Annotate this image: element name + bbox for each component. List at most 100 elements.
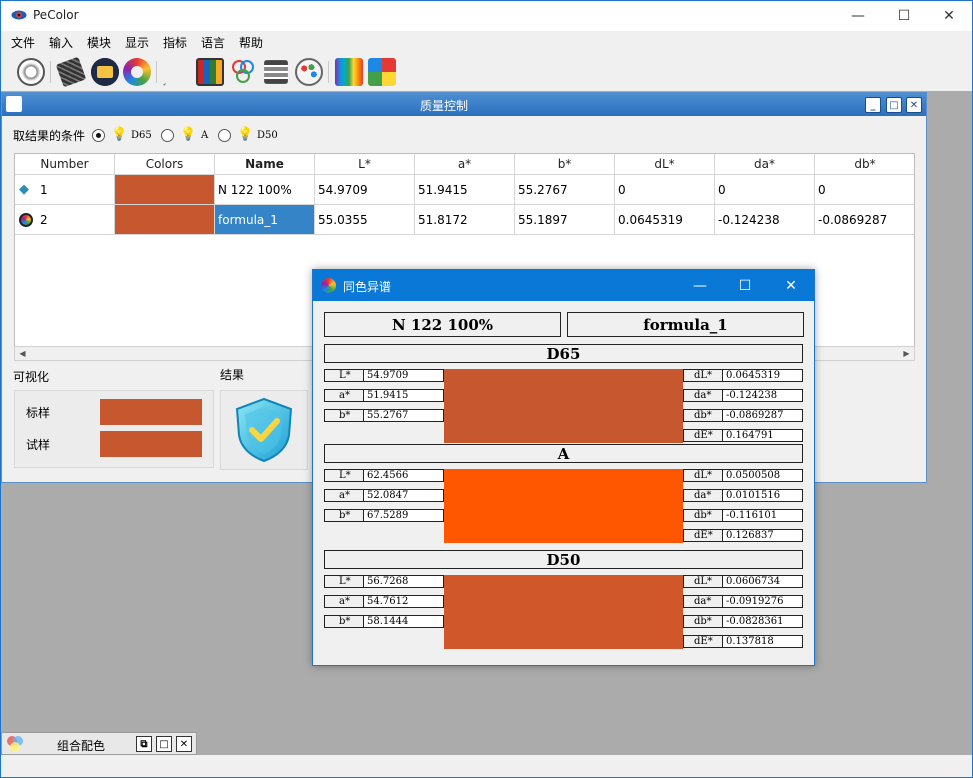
scroll-left-icon[interactable]: ◀ xyxy=(15,347,30,360)
scroll-right-icon[interactable]: ▶ xyxy=(899,347,914,360)
diff-label: dE* xyxy=(683,635,723,648)
qc-title: 质量控制 xyxy=(419,99,468,113)
menu-file[interactable]: 文件 xyxy=(11,34,35,51)
table-row-1-b[interactable]: 55.2767 xyxy=(515,175,615,205)
radio-d50[interactable] xyxy=(218,129,231,142)
std-value: 67.5289 xyxy=(363,509,444,522)
col-header-db[interactable]: db* xyxy=(815,154,914,175)
col-header-l[interactable]: L* xyxy=(315,154,415,175)
std-value: 62.4566 xyxy=(363,469,444,482)
restore-button[interactable]: ⧉ xyxy=(136,736,152,752)
app-eye-icon xyxy=(11,10,27,20)
std-label: L* xyxy=(324,575,364,588)
table-row-1-number[interactable]: ◆ 1 xyxy=(15,175,115,205)
std-label: b* xyxy=(324,509,364,522)
ruler-icon[interactable] xyxy=(55,56,87,88)
rgb-circles-icon[interactable] xyxy=(229,58,257,86)
maximize-button[interactable]: □ xyxy=(156,736,172,752)
toolbar-separator xyxy=(50,61,51,83)
diff-value: -0.124238 xyxy=(722,389,803,402)
illuminant-a-label: A xyxy=(201,130,209,141)
col-header-dl[interactable]: dL* xyxy=(615,154,715,175)
fan-deck-icon[interactable] xyxy=(163,58,191,86)
trial-swatch xyxy=(100,431,202,457)
table-row-2-db[interactable]: -0.0869287 xyxy=(815,205,914,235)
table-row-1-l[interactable]: 54.9709 xyxy=(315,175,415,205)
table-row-2-l[interactable]: 55.0355 xyxy=(315,205,415,235)
std-value: 58.1444 xyxy=(363,615,444,628)
palette-icon[interactable] xyxy=(295,58,323,86)
menu-index[interactable]: 指标 xyxy=(163,34,187,51)
sample-ball-icon xyxy=(19,213,33,227)
col-header-da[interactable]: da* xyxy=(715,154,815,175)
col-header-a[interactable]: a* xyxy=(415,154,515,175)
color-square-icon[interactable] xyxy=(368,58,396,86)
dialog-close-button[interactable]: ✕ xyxy=(768,270,814,301)
table-row-2-b[interactable]: 55.1897 xyxy=(515,205,615,235)
col-header-number[interactable]: Number xyxy=(15,154,115,175)
std-label: b* xyxy=(324,409,364,422)
table-row-1-name[interactable]: N 122 100% xyxy=(215,175,315,205)
standard-label: 标样 xyxy=(26,406,51,420)
title-bar: PeColor — ☐ ✕ xyxy=(1,1,972,31)
table-row-1-a[interactable]: 51.9415 xyxy=(415,175,515,205)
bulb-icon: 💡 xyxy=(111,127,128,142)
col-header-name[interactable]: Name xyxy=(215,154,315,175)
diff-value: -0.0869287 xyxy=(722,409,803,422)
color-ring-icon[interactable] xyxy=(123,58,151,86)
qc-close-button[interactable]: ✕ xyxy=(906,97,922,113)
minimize-button[interactable]: — xyxy=(835,1,881,31)
toolbar-separator xyxy=(328,61,329,83)
table-row-2-a[interactable]: 51.8172 xyxy=(415,205,515,235)
menu-module[interactable]: 模块 xyxy=(87,34,111,51)
condition-label: 取结果的条件 xyxy=(13,129,86,143)
result-title: 结果 xyxy=(220,368,245,382)
qc-title-bar: 质量控制 _ □ ✕ xyxy=(2,93,926,116)
standard-name-box: N 122 100% xyxy=(324,312,561,337)
table-row-1-da[interactable]: 0 xyxy=(715,175,815,205)
radio-a[interactable] xyxy=(161,129,174,142)
bulb-icon: 💡 xyxy=(237,127,254,142)
section-header-d65: D65 xyxy=(324,344,803,363)
std-label: a* xyxy=(324,595,364,608)
table-row-2-name[interactable]: formula_1 xyxy=(215,205,315,235)
menu-language[interactable]: 语言 xyxy=(201,34,225,51)
minimized-window[interactable]: 组合配色 ⧉ □ ✕ xyxy=(1,732,197,755)
bulb-icon: 💡 xyxy=(180,127,197,142)
lab-report-icon[interactable] xyxy=(264,60,288,84)
folder-icon[interactable] xyxy=(91,58,119,86)
table-row-2-dl[interactable]: 0.0645319 xyxy=(615,205,715,235)
table-row-2-number[interactable]: 2 xyxy=(15,205,115,235)
diff-value: 0.0645319 xyxy=(722,369,803,382)
diff-value: -0.116101 xyxy=(722,509,803,522)
table-row-1-color-swatch[interactable] xyxy=(115,175,215,205)
section-header-d50: D50 xyxy=(324,550,803,569)
qc-maximize-button[interactable]: □ xyxy=(886,97,902,113)
std-value: 55.2767 xyxy=(363,409,444,422)
std-label: L* xyxy=(324,369,364,382)
settings-gear-icon[interactable] xyxy=(17,58,45,86)
radio-d65[interactable] xyxy=(92,129,105,142)
spectrum-icon[interactable] xyxy=(335,58,363,86)
dialog-title: 同色异谱 xyxy=(343,280,392,294)
close-button[interactable]: ✕ xyxy=(176,736,192,752)
col-header-colors[interactable]: Colors xyxy=(115,154,215,175)
table-row-1-db[interactable]: 0 xyxy=(815,175,914,205)
maximize-button[interactable]: ☐ xyxy=(881,1,927,31)
diff-value: 0.137818 xyxy=(722,635,803,648)
menu-help[interactable]: 帮助 xyxy=(239,34,263,51)
qc-minimize-button[interactable]: _ xyxy=(865,97,881,113)
menu-display[interactable]: 显示 xyxy=(125,34,149,51)
table-row-2-da[interactable]: -0.124238 xyxy=(715,205,815,235)
menu-input[interactable]: 输入 xyxy=(49,34,73,51)
col-header-b[interactable]: b* xyxy=(515,154,615,175)
std-value: 52.0847 xyxy=(363,489,444,502)
close-button[interactable]: ✕ xyxy=(926,1,972,31)
toolbar xyxy=(1,53,972,91)
swatch-grid-icon[interactable] xyxy=(196,58,224,86)
dialog-maximize-button[interactable]: ☐ xyxy=(722,270,768,301)
table-row-2-color-swatch[interactable] xyxy=(115,205,215,235)
dialog-minimize-button[interactable]: — xyxy=(677,270,723,301)
table-row-1-dl[interactable]: 0 xyxy=(615,175,715,205)
section-header-a: A xyxy=(324,444,803,463)
